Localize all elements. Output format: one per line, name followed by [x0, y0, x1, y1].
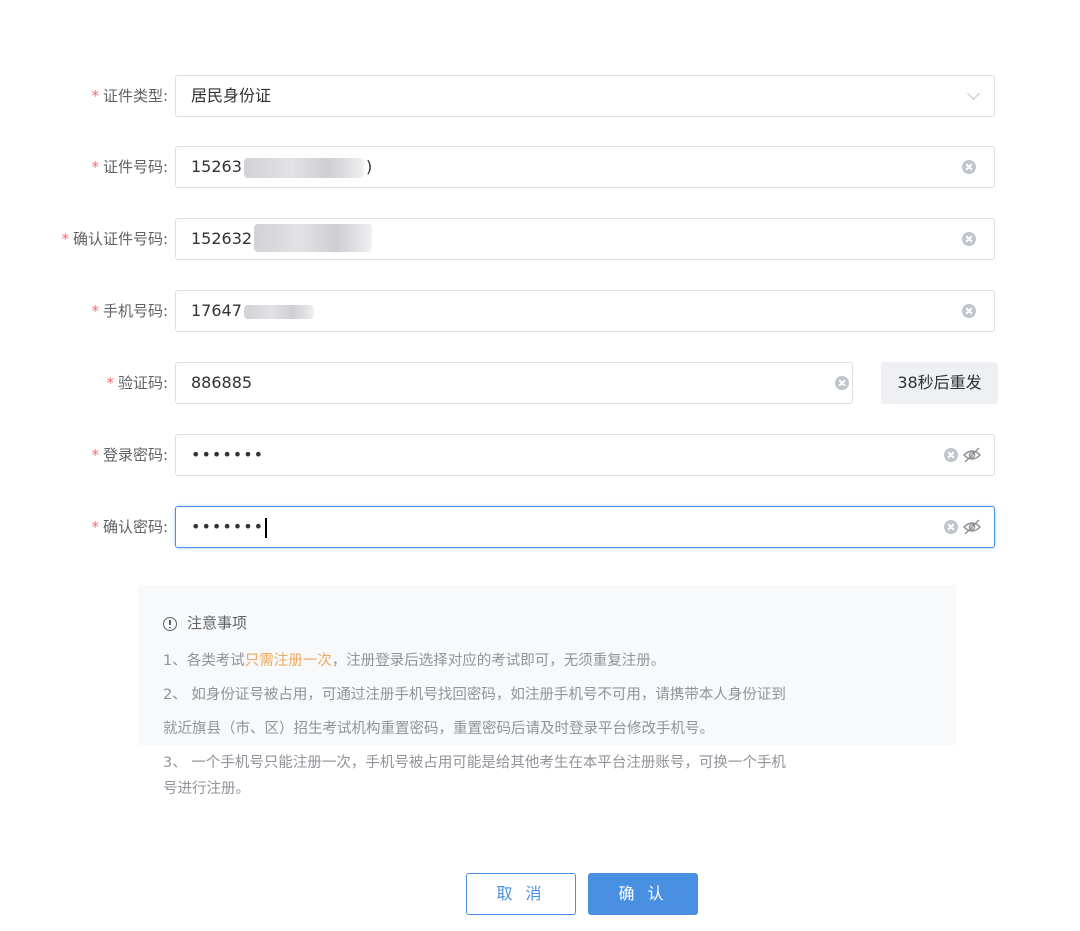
form-row-verify-code: * 验证码: 886885 38秒后重发	[0, 362, 1080, 404]
id-number-tail: )	[366, 157, 373, 176]
form-row-id-type: * 证件类型: 居民身份证	[0, 75, 1080, 117]
text-caret	[265, 517, 268, 538]
confirm-password-value: •••••••	[191, 507, 268, 547]
confirm-password-input[interactable]: •••••••	[175, 506, 995, 548]
required-mark: *	[61, 230, 69, 248]
chevron-down-icon[interactable]	[967, 87, 980, 100]
phone-value: 17647	[191, 301, 242, 320]
confirm-password-label: * 确认密码:	[91, 518, 168, 536]
cancel-button[interactable]: 取 消	[466, 873, 576, 915]
clear-icon[interactable]	[962, 304, 976, 318]
password-input[interactable]: •••••••	[175, 434, 995, 476]
phone-input[interactable]: 17647	[175, 290, 995, 332]
form-row-confirm-password: * 确认密码: •••••••	[0, 506, 1080, 548]
resend-code-button[interactable]: 38秒后重发	[881, 362, 998, 404]
clear-icon[interactable]	[962, 232, 976, 246]
confirm-button[interactable]: 确 认	[588, 873, 698, 915]
password-value: •••••••	[191, 445, 265, 464]
notice-line-4: 3、 一个手机号只能注册一次，手机号被占用可能是给其他考生在本平台注册账号，可换…	[163, 755, 786, 771]
notice-line-1: 1、各类考试只需注册一次，注册登录后选择对应的考试即可，无须重复注册。	[163, 653, 666, 669]
info-icon	[163, 617, 177, 631]
notice-line-5: 号进行注册。	[163, 781, 250, 797]
required-mark: *	[91, 87, 99, 105]
id-type-label: * 证件类型:	[91, 87, 168, 105]
required-mark: *	[91, 518, 99, 536]
redaction-blur	[244, 158, 364, 178]
required-mark: *	[91, 158, 99, 176]
confirm-id-number-label: * 确认证件号码:	[61, 230, 168, 248]
form-row-id-number: * 证件号码: 15263 )	[0, 146, 1080, 188]
eye-off-icon[interactable]	[962, 518, 982, 536]
required-mark: *	[106, 374, 114, 392]
confirm-id-number-value: 152632	[191, 229, 253, 248]
redaction-blur	[254, 224, 372, 252]
id-number-label: * 证件号码:	[91, 158, 168, 176]
notice-line-2: 2、 如身份证号被占用，可通过注册手机号找回密码，如注册手机号不可用，请携带本人…	[163, 687, 786, 703]
redaction-blur	[244, 305, 314, 319]
notice-line-3: 就近旗县（市、区）招生考试机构重置密码，重置密码后请及时登录平台修改手机号。	[163, 721, 714, 737]
phone-label: * 手机号码:	[91, 302, 168, 320]
confirm-id-number-input[interactable]: 152632	[175, 218, 995, 260]
id-number-input[interactable]: 15263 )	[175, 146, 995, 188]
password-label: * 登录密码:	[91, 446, 168, 464]
form-row-phone: * 手机号码: 17647	[0, 290, 1080, 332]
notice-title: 注意事项	[163, 612, 247, 634]
verify-code-value: 886885	[191, 373, 253, 392]
required-mark: *	[91, 446, 99, 464]
id-type-select[interactable]: 居民身份证	[175, 75, 995, 117]
verify-code-input[interactable]: 886885	[175, 362, 853, 404]
clear-icon[interactable]	[944, 520, 958, 534]
clear-icon[interactable]	[944, 448, 958, 462]
form-row-password: * 登录密码: •••••••	[0, 434, 1080, 476]
clear-icon[interactable]	[962, 160, 976, 174]
id-type-value: 居民身份证	[191, 86, 272, 105]
clear-icon[interactable]	[835, 376, 849, 390]
form-row-confirm-id-number: * 确认证件号码: 152632	[0, 218, 1080, 260]
id-number-value: 15263	[191, 157, 242, 176]
eye-off-icon[interactable]	[962, 446, 982, 464]
verify-code-label: * 验证码:	[106, 374, 168, 392]
notice-highlight: 只需注册一次	[244, 653, 332, 669]
required-mark: *	[91, 302, 99, 320]
